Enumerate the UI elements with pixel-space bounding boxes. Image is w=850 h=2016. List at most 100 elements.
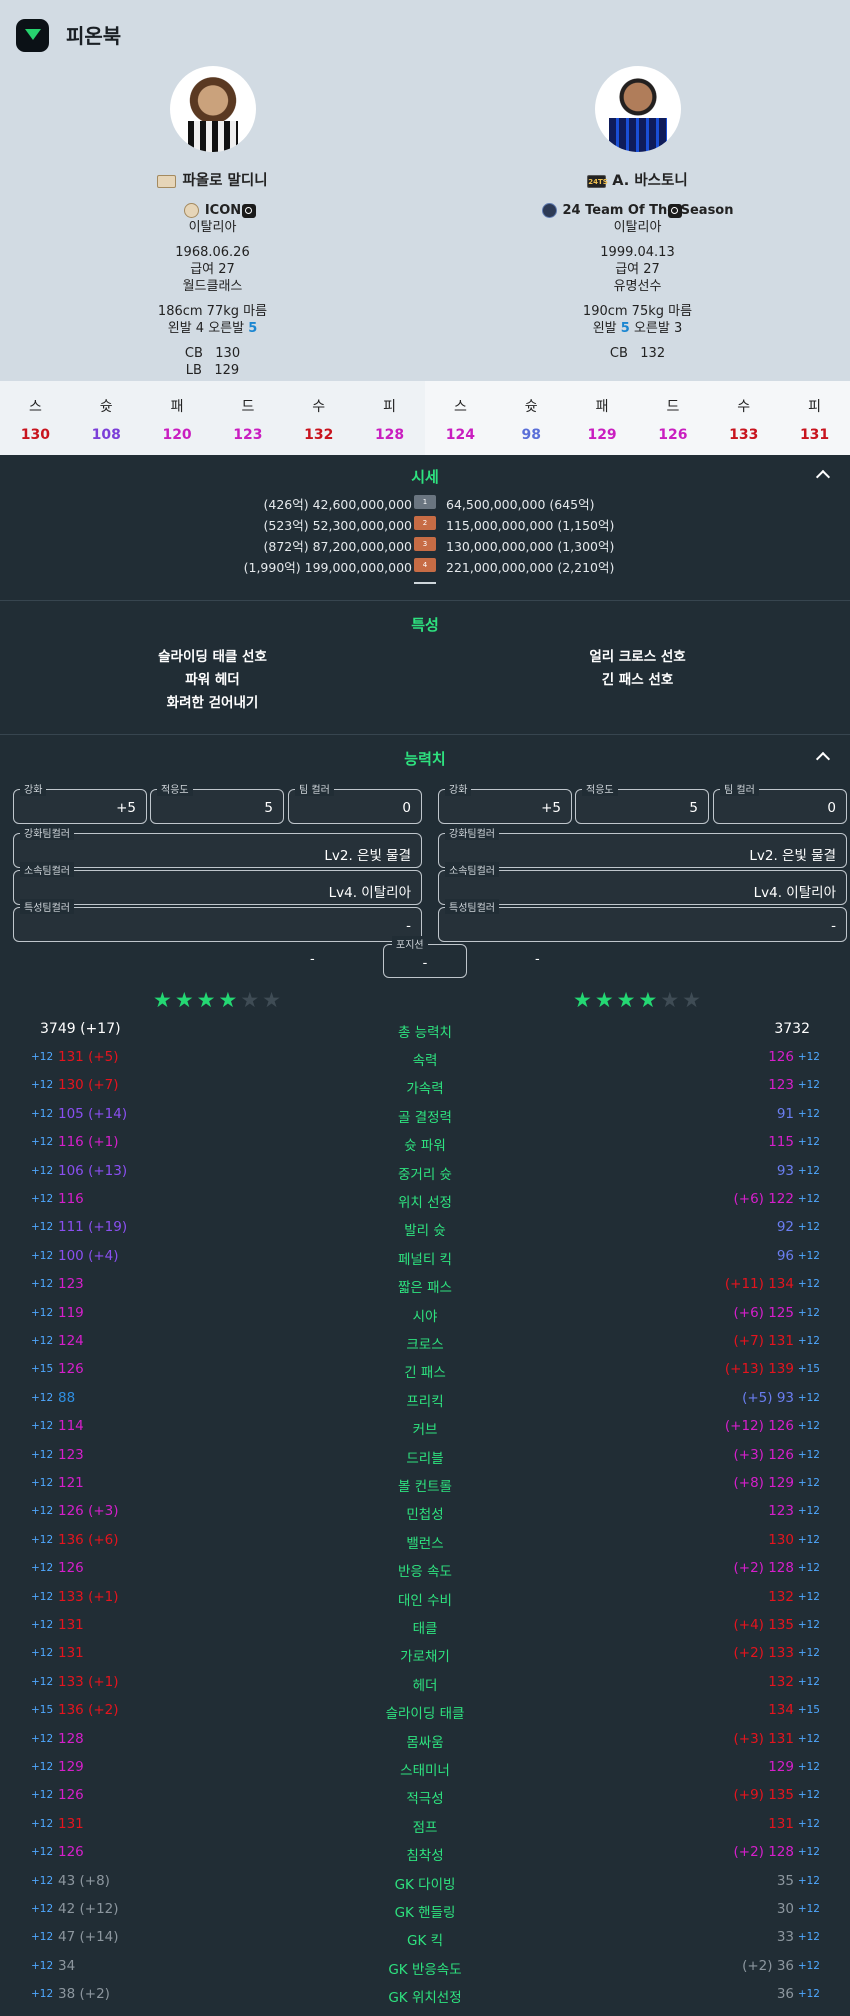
star-icon: ★ <box>573 988 595 1012</box>
summary-stat: 슛 98 <box>521 399 541 443</box>
zoom-icon[interactable] <box>242 204 256 218</box>
enhance-team-color-select-right[interactable]: 강화팀컬러 Lv2. 은빛 물결 <box>438 825 847 868</box>
player-header: 피온북 파올로 말디니 ICON 이탈리아 1968.06.26 급여 27 월… <box>0 0 850 381</box>
enhance-select-right[interactable]: 강화 +5 <box>438 781 572 824</box>
star-icon: ★ <box>638 988 661 1012</box>
club-team-color-select-left[interactable]: 소속팀컬러 Lv4. 이탈리아 <box>13 862 422 905</box>
star-icon: ★ <box>218 988 241 1012</box>
right-position-value: - <box>535 952 540 967</box>
player-name: 파올로 말디니 <box>182 172 268 189</box>
stat-row: +12 124 크로스 (+7) 131 +12 <box>31 1333 820 1353</box>
summary-stat: 피 128 <box>374 399 405 443</box>
star-icon: ★ <box>682 988 704 1012</box>
stat-row: +12 42 (+12) GK 핸들링 30 +12 <box>31 1901 820 1921</box>
position-ovr: LB 129 <box>185 363 240 378</box>
summary-stat: 드 126 <box>658 399 688 443</box>
club-team-color-select-right[interactable]: 소속팀컬러 Lv4. 이탈리아 <box>438 862 847 905</box>
grade: 월드클래스 <box>182 279 243 294</box>
stat-row: +12 133 (+1) 헤더 132 +12 <box>31 1673 820 1694</box>
star-icon: ★ <box>262 988 284 1012</box>
stat-row: +12 131 (+5) 속력 126 +12 <box>31 1049 820 1069</box>
stat-row: +12 126 (+3) 민첩성 123 +12 <box>31 1503 820 1524</box>
app-title: 피온북 <box>66 24 122 48</box>
position-ovr: CB 132 <box>609 346 666 361</box>
trait-team-color-select-left[interactable]: 특성팀컬러 - <box>13 899 422 942</box>
enhance-select-left[interactable]: 강화 +5 <box>13 781 147 824</box>
player-name: A. 바스토니 <box>612 172 688 189</box>
team-color-select-right[interactable]: 팀 컬러 0 <box>713 781 847 824</box>
stat-row: +12 123 드리블 (+3) 126 +12 <box>31 1446 820 1467</box>
player-left-avatar[interactable] <box>169 66 256 152</box>
left-position-value: - <box>310 952 315 967</box>
zoom-icon[interactable] <box>668 204 682 218</box>
enhance-team-color-select-left[interactable]: 강화팀컬러 Lv2. 은빛 물결 <box>13 825 422 868</box>
stat-row: +12 116 (+1) 슛 파워 115 +12 <box>31 1134 820 1155</box>
summary-stat: 수 133 <box>729 399 759 443</box>
stat-row: +12 123 짧은 패스 (+11) 134 +12 <box>31 1276 820 1297</box>
app-logo-icon[interactable] <box>16 19 49 52</box>
stat-row: +12 34 GK 반응속도 (+2) 36 +12 <box>31 1957 820 1978</box>
stat-row: +12 126 반응 속도 (+2) 128 +12 <box>31 1560 820 1581</box>
summary-stat: 패 120 <box>162 399 192 443</box>
enhance-level-badge: 1 <box>414 495 436 509</box>
stat-row: +12 119 시야 (+6) 125 +12 <box>31 1304 820 1325</box>
trait-team-color-select-right[interactable]: 특성팀컬러 - <box>438 899 847 942</box>
stat-row: +12 114 커브 (+12) 126 +12 <box>31 1418 820 1439</box>
icon-season-icon <box>183 203 199 218</box>
trait-item: 파워 헤더 <box>185 672 240 688</box>
star-icon: ★ <box>196 988 219 1012</box>
adapt-select-left[interactable]: 적응도 5 <box>150 781 284 824</box>
stat-row: +12 136 (+6) 밸런스 130 +12 <box>31 1531 820 1552</box>
stat-row: +12 88 프리킥 (+5) 93 +12 <box>31 1389 820 1410</box>
player-right-avatar[interactable] <box>594 66 681 152</box>
stat-row: +12 47 (+14) GK 킥 33 +12 <box>31 1929 820 1950</box>
star-icon: ★ <box>660 988 683 1012</box>
stat-row: +12 129 스태미너 129 +12 <box>31 1759 820 1779</box>
adapt-select-right[interactable]: 적응도 5 <box>575 781 709 824</box>
salary: 급여 27 <box>190 262 235 277</box>
stat-row: +12 111 (+19) 발리 슛 92 +12 <box>31 1219 820 1240</box>
stat-row: +12 38 (+2) GK 위치선정 36 +12 <box>31 1986 820 2007</box>
stat-row: +12 43 (+8) GK 다이빙 35 +12 <box>31 1872 820 1893</box>
summary-stat: 스 124 <box>445 399 476 443</box>
summary-stat: 스 130 <box>20 399 51 443</box>
enhance-level-badge: 3 <box>414 537 436 551</box>
stat-row: +12 130 (+7) 가속력 123 +12 <box>31 1077 820 1098</box>
season-name: 24 Team Of The Season <box>562 203 734 218</box>
team-color-select-left[interactable]: 팀 컬러 0 <box>288 781 422 824</box>
nation: 이탈리아 <box>613 220 662 235</box>
enhance-level-badge: 4 <box>414 558 436 572</box>
trait-item: 긴 패스 선호 <box>601 672 674 688</box>
traits-left: 슬라이딩 태클 선호 파워 헤더 화려한 걷어내기 <box>0 646 425 715</box>
enhance-level-badge: 2 <box>414 516 436 530</box>
stat-row: +12 128 몸싸움 (+3) 131 +12 <box>31 1730 820 1751</box>
star-icon: ★ <box>594 988 617 1012</box>
summary-stat: 드 123 <box>233 399 263 443</box>
stat-row: +12 133 (+1) 대인 수비 132 +12 <box>31 1588 820 1609</box>
total-ability-row: 3749 (+17) 총 능력치 3732 <box>40 1021 810 1041</box>
body-info: 186cm 77kg 마름 <box>157 304 268 319</box>
traits-right: 얼리 크로스 선호긴 패스 선호 <box>425 646 850 692</box>
stat-row: +12 126 침착성 (+2) 128 +12 <box>31 1844 820 1865</box>
tots-season-icon <box>541 203 557 218</box>
star-rating-right: ★★★★★★ <box>573 988 704 1012</box>
stat-row: +12 116 위치 선정 (+6) 122 +12 <box>31 1191 820 1211</box>
stat-row: +15 126 긴 패스 (+13) 139 +15 <box>31 1361 820 1382</box>
price-underline <box>414 582 436 584</box>
trait-item: 얼리 크로스 선호 <box>589 649 686 665</box>
star-icon: ★ <box>616 988 639 1012</box>
traits-section-title: 특성 <box>411 616 439 634</box>
grade: 유명선수 <box>613 279 662 294</box>
position-ovr: CB 130 <box>184 346 241 361</box>
ability-section-title: 능력치 <box>404 750 446 768</box>
star-rating-left: ★★★★★★ <box>153 988 284 1012</box>
star-icon: ★ <box>153 988 175 1012</box>
summary-stat: 슛 108 <box>91 399 121 443</box>
birth-date: 1968.06.26 <box>175 245 250 260</box>
birth-date: 1999.04.13 <box>600 245 675 260</box>
summary-stat: 피 131 <box>799 399 830 443</box>
position-select[interactable]: 포지션 - <box>383 936 467 978</box>
season-badge-icon <box>157 174 177 188</box>
star-icon: ★ <box>174 988 197 1012</box>
stat-row: +15 136 (+2) 슬라이딩 태클 134 +15 <box>31 1702 820 1723</box>
